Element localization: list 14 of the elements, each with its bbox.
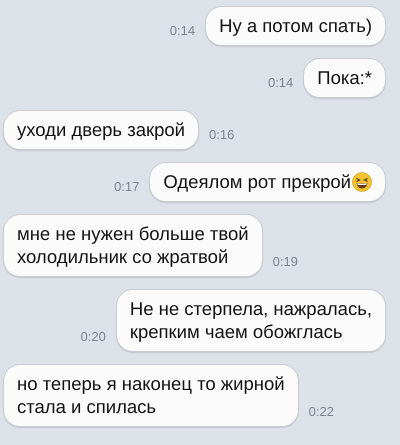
message-text: уходи дверь закрой: [17, 118, 185, 141]
message-time: 0:14: [268, 75, 294, 92]
message-text: но теперь я наконец то жирной стала и спилась: [17, 372, 285, 418]
message-time: 0:19: [272, 254, 298, 271]
message-time: 0:22: [308, 404, 334, 421]
message-text: Не не стерпела, нажралась, крепким чаем обожглась: [130, 297, 372, 343]
message-text: мне не нужен больше твой холодильник со жратвой: [17, 222, 249, 268]
message-text: Пока:*: [317, 66, 372, 89]
message-text: Ну а потом спать): [219, 14, 372, 37]
message-time: 0:17: [114, 179, 140, 196]
message-text: Одеялом рот прекрой: [163, 170, 351, 193]
message-time: 0:14: [170, 23, 196, 40]
message-time: 0:20: [80, 329, 106, 346]
message-time: 0:16: [209, 127, 234, 144]
